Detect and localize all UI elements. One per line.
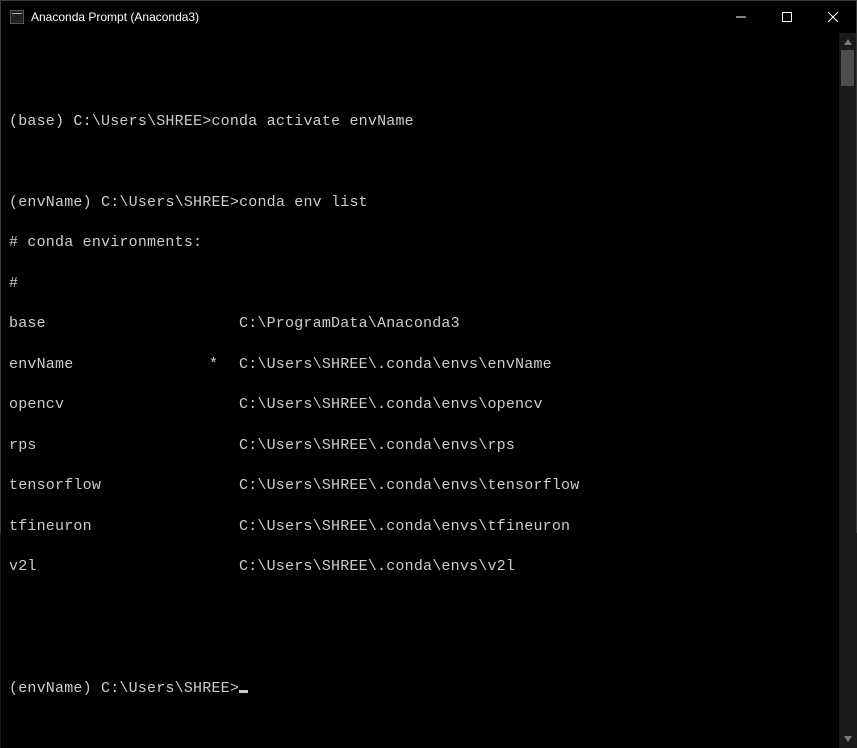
env-row: v2l C:\Users\SHREE\.conda\envs\v2l	[9, 557, 831, 577]
env-name: tensorflow	[9, 476, 209, 496]
env-active-marker	[209, 476, 239, 496]
env-path: C:\ProgramData\Anaconda3	[239, 314, 460, 334]
app-icon	[9, 9, 25, 25]
vertical-scrollbar[interactable]	[839, 33, 856, 748]
env-name: tfineuron	[9, 517, 209, 537]
env-row: tfineuron C:\Users\SHREE\.conda\envs\tfi…	[9, 517, 831, 537]
close-button[interactable]	[810, 1, 856, 33]
env-active-marker	[209, 557, 239, 577]
terminal-area: (base) C:\Users\SHREE>conda activate env…	[1, 33, 856, 748]
minimize-button[interactable]	[718, 1, 764, 33]
prompt-env: (envName)	[9, 680, 92, 697]
env-active-marker	[209, 314, 239, 334]
env-path: C:\Users\SHREE\.conda\envs\envName	[239, 355, 552, 375]
env-list-header: # conda environments:	[9, 233, 831, 253]
env-list-header-hash: #	[9, 274, 831, 294]
prompt-path: C:\Users\SHREE>	[101, 194, 239, 211]
env-name: base	[9, 314, 209, 334]
env-row: envName*C:\Users\SHREE\.conda\envs\envNa…	[9, 355, 831, 375]
maximize-button[interactable]	[764, 1, 810, 33]
env-name: opencv	[9, 395, 209, 415]
env-name: envName	[9, 355, 209, 375]
scroll-thumb[interactable]	[841, 50, 854, 86]
terminal-window: Anaconda Prompt (Anaconda3) (base) C:\Us…	[0, 0, 857, 533]
prompt-path: C:\Users\SHREE>	[101, 680, 239, 697]
env-path: C:\Users\SHREE\.conda\envs\tensorflow	[239, 476, 579, 496]
window-title: Anaconda Prompt (Anaconda3)	[31, 10, 199, 24]
env-row: rps C:\Users\SHREE\.conda\envs\rps	[9, 436, 831, 456]
prompt-env: (envName)	[9, 194, 92, 211]
scroll-track[interactable]	[839, 50, 856, 731]
text-cursor	[239, 690, 248, 693]
prompt-env: (base)	[9, 113, 64, 130]
prompt-path: C:\Users\SHREE>	[73, 113, 211, 130]
env-active-marker	[209, 436, 239, 456]
env-path: C:\Users\SHREE\.conda\envs\rps	[239, 436, 515, 456]
env-active-marker: *	[209, 355, 239, 375]
env-row: tensorflow C:\Users\SHREE\.conda\envs\te…	[9, 476, 831, 496]
env-path: C:\Users\SHREE\.conda\envs\opencv	[239, 395, 543, 415]
env-path: C:\Users\SHREE\.conda\envs\v2l	[239, 557, 515, 577]
env-path: C:\Users\SHREE\.conda\envs\tfineuron	[239, 517, 570, 537]
titlebar[interactable]: Anaconda Prompt (Anaconda3)	[1, 1, 856, 33]
env-active-marker	[209, 395, 239, 415]
scroll-down-arrow-icon[interactable]	[839, 731, 856, 748]
env-name: v2l	[9, 557, 209, 577]
env-row: base C:\ProgramData\Anaconda3	[9, 314, 831, 334]
env-name: rps	[9, 436, 209, 456]
env-active-marker	[209, 517, 239, 537]
scroll-up-arrow-icon[interactable]	[839, 33, 856, 50]
command-text: conda env list	[239, 194, 368, 211]
terminal-content[interactable]: (base) C:\Users\SHREE>conda activate env…	[1, 33, 839, 748]
command-text: conda activate envName	[211, 113, 413, 130]
env-row: opencv C:\Users\SHREE\.conda\envs\opencv	[9, 395, 831, 415]
